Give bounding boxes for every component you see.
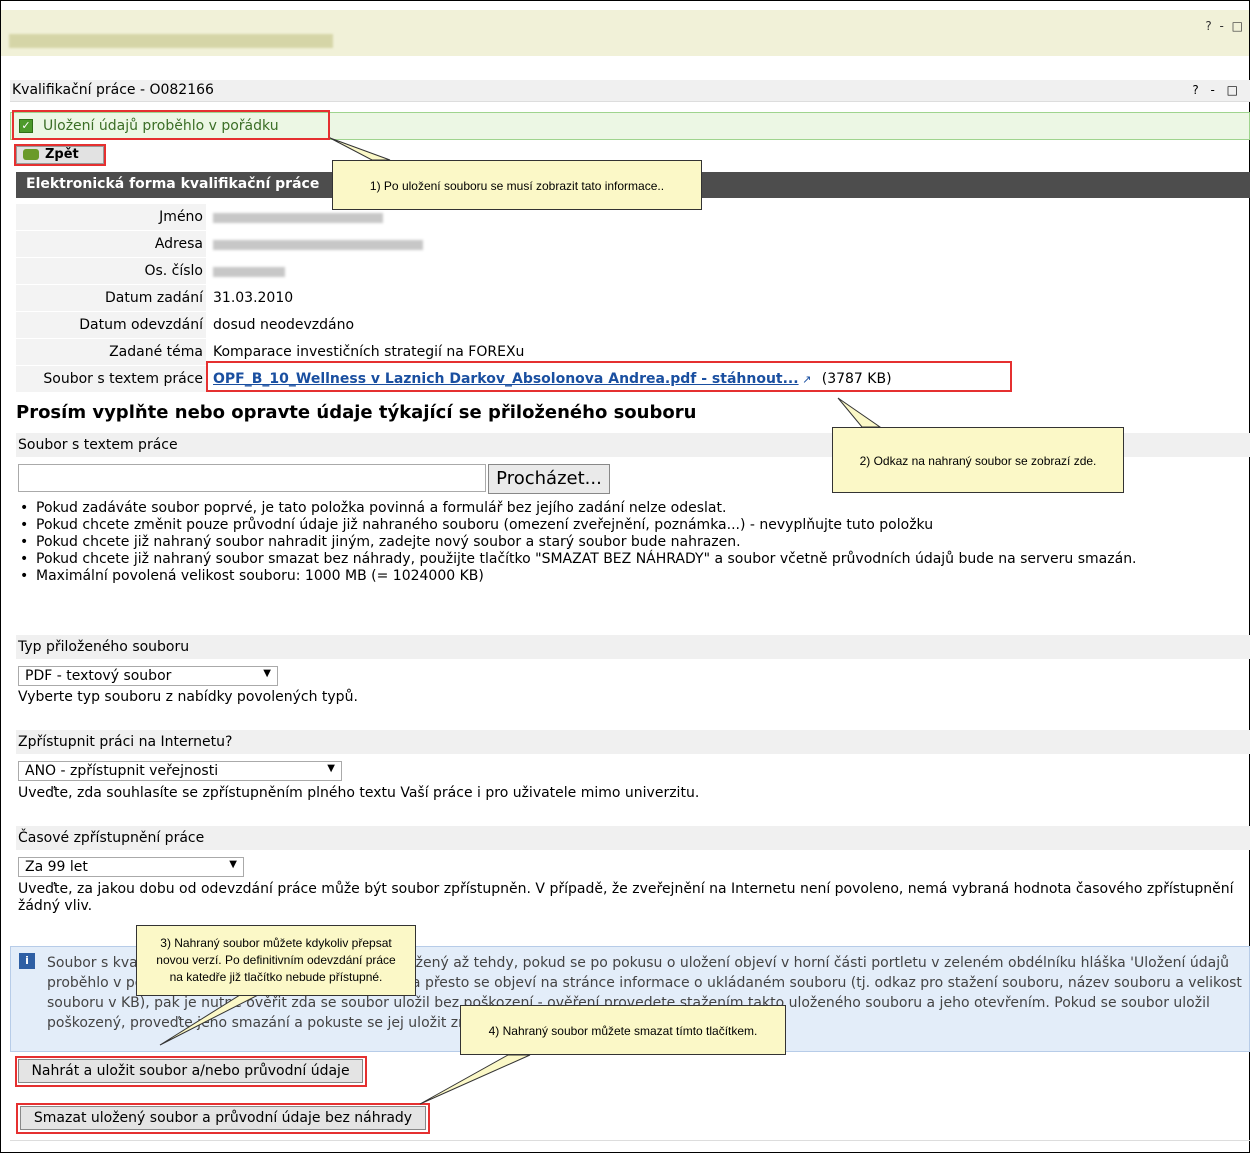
info-label: Soubor s textem práce bbox=[16, 366, 206, 392]
internet-help: Uveďte, zda souhlasíte se zpřístupněním … bbox=[18, 785, 700, 801]
file-type-select[interactable]: PDF - textový soubor ▼ bbox=[18, 666, 278, 686]
type-section-bar: Typ přiloženého souboru bbox=[16, 635, 1250, 659]
internet-access-select[interactable]: ANO - zpřístupnit veřejnosti ▼ bbox=[18, 761, 342, 781]
callout-1: 1) Po uložení souboru se musí zobrazit t… bbox=[332, 160, 702, 210]
top-window-controls[interactable]: ? - □ bbox=[1205, 19, 1245, 33]
callout-tail-2 bbox=[837, 397, 882, 428]
info-value-redacted bbox=[213, 213, 383, 223]
callout-4: 4) Nahraný soubor můžete smazat tímto tl… bbox=[460, 1005, 786, 1055]
callout-2: 2) Odkaz na nahraný soubor se zobrazí zd… bbox=[832, 427, 1124, 493]
time-access-select[interactable]: Za 99 let ▼ bbox=[18, 857, 244, 877]
callout-tail-4 bbox=[419, 1054, 531, 1105]
list-item: Pokud zadáváte soubor poprvé, je tato po… bbox=[16, 500, 1246, 517]
file-type-value: PDF - textový soubor bbox=[25, 668, 172, 684]
info-value-redacted bbox=[213, 267, 285, 277]
info-row: Datum odevzdání dosud neodevzdáno bbox=[16, 312, 996, 338]
info-value: dosud neodevzdáno bbox=[213, 317, 355, 333]
list-item: Pokud chcete již nahraný soubor nahradit… bbox=[16, 534, 1246, 551]
chevron-down-icon: ▼ bbox=[327, 763, 335, 774]
info-row: Os. číslo bbox=[16, 258, 996, 284]
info-row: Adresa bbox=[16, 231, 996, 257]
time-help: Uveďte, za jakou dobu od odevzdání práce… bbox=[18, 881, 1234, 914]
info-value: 31.03.2010 bbox=[213, 290, 294, 306]
section-title: Elektronická forma kvalifikační práce bbox=[26, 176, 320, 192]
internet-label: Zpřístupnit práci na Internetu? bbox=[18, 734, 233, 750]
upload-notes: Pokud zadáváte soubor poprvé, je tato po… bbox=[16, 500, 1246, 585]
chevron-down-icon: ▼ bbox=[263, 668, 271, 679]
portlet-titlebar: Kvalifikační práce - O082166 ? - □ bbox=[10, 80, 1250, 102]
file-section-label: Soubor s textem práce bbox=[18, 437, 178, 453]
time-label: Časové zpřístupnění práce bbox=[18, 830, 205, 846]
info-row: Datum zadání 31.03.2010 bbox=[16, 285, 996, 311]
form-heading: Prosím vyplňte nebo opravte údaje týkají… bbox=[16, 402, 697, 423]
internet-section-bar: Zpřístupnit práci na Internetu? bbox=[16, 730, 1250, 754]
divider bbox=[10, 1140, 1250, 1141]
list-item: Pokud chcete změnit pouze průvodní údaje… bbox=[16, 517, 1246, 534]
info-icon: i bbox=[19, 953, 35, 969]
type-label: Typ přiloženého souboru bbox=[18, 639, 190, 655]
info-label: Os. číslo bbox=[16, 258, 206, 284]
info-label: Adresa bbox=[16, 231, 206, 257]
time-access-value: Za 99 let bbox=[25, 859, 88, 875]
time-section-bar: Časové zpřístupnění práce bbox=[16, 826, 1250, 850]
portlet-window-controls[interactable]: ? - □ bbox=[1192, 83, 1242, 97]
info-label: Datum odevzdání bbox=[16, 312, 206, 338]
list-item: Maximální povolená velikost souboru: 100… bbox=[16, 568, 1246, 585]
info-label: Zadané téma bbox=[16, 339, 206, 365]
info-label: Datum zadání bbox=[16, 285, 206, 311]
highlight-save-button bbox=[15, 1056, 367, 1087]
internet-access-value: ANO - zpřístupnit veřejnosti bbox=[25, 763, 219, 779]
highlight-file-link bbox=[206, 361, 1012, 392]
highlight-back bbox=[14, 144, 106, 166]
chevron-down-icon: ▼ bbox=[229, 859, 237, 870]
highlight-delete-button bbox=[16, 1103, 430, 1134]
user-info-redacted bbox=[9, 34, 333, 48]
info-label: Jméno bbox=[16, 204, 206, 230]
info-value: Komparace investičních strategií na FORE… bbox=[213, 344, 525, 360]
info-value-redacted bbox=[213, 240, 423, 250]
top-bar: ? - □ bbox=[1, 10, 1249, 56]
portlet-title: Kvalifikační práce - O082166 bbox=[12, 82, 214, 98]
file-path-input[interactable] bbox=[18, 464, 486, 492]
browse-button[interactable]: Procházet... bbox=[488, 464, 610, 494]
callout-3: 3) Nahraný soubor můžete kdykoliv přepsa… bbox=[136, 925, 416, 996]
highlight-success bbox=[12, 110, 330, 140]
type-help: Vyberte typ souboru z nabídky povolených… bbox=[18, 689, 358, 705]
list-item: Pokud chcete již nahraný soubor smazat b… bbox=[16, 551, 1246, 568]
callout-tail-1 bbox=[329, 137, 391, 161]
